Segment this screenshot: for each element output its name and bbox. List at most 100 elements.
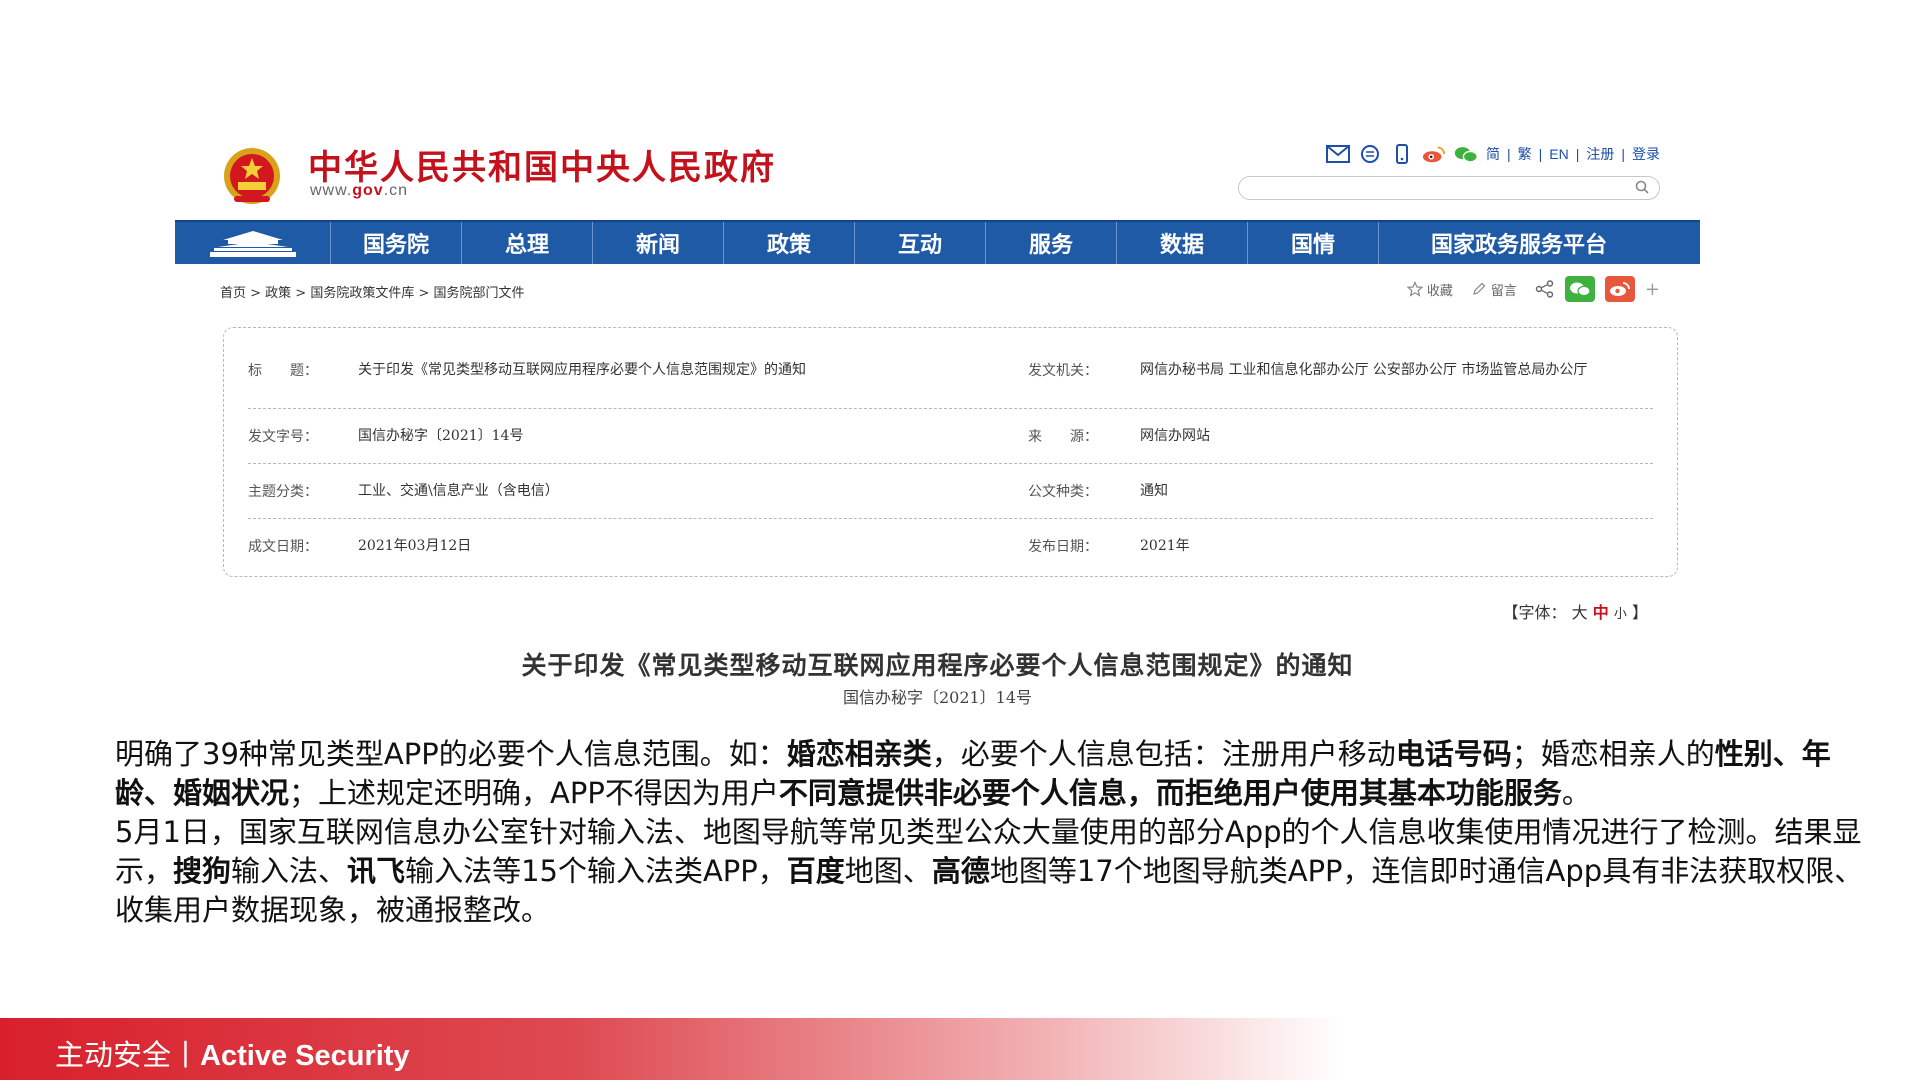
nav-item-data[interactable]: 数据 [1117, 222, 1248, 264]
meta-doctype-label: 公文种类： [1028, 484, 1098, 500]
share-weibo-button[interactable] [1604, 276, 1635, 302]
text-run: 输入法等15个输入法类APP， [405, 854, 787, 888]
font-size-medium-button[interactable]: 中 [1593, 603, 1609, 622]
bold-run: 讯飞 [347, 854, 406, 888]
text-run: ；上述规定还明确，APP不得因为用户 [289, 776, 779, 810]
site-url-prefix: www. [310, 182, 353, 199]
bold-run: 搜狗 [173, 854, 232, 888]
bold-run: 婚恋相亲类 [786, 737, 932, 771]
nav-item-state-council[interactable]: 国务院 [331, 222, 462, 264]
crumb-row: 首页 > 政策 > 国务院政策文件库 > 国务院部门文件 收藏 留言 + [175, 264, 1700, 309]
share-icon[interactable] [1535, 280, 1555, 298]
nav-item-news[interactable]: 新闻 [593, 222, 724, 264]
document-number: 国信办秘字〔2021〕14号 [842, 688, 1033, 707]
meta-written-label: 成文日期： [248, 538, 318, 555]
breadcrumb[interactable]: 首页 > 政策 > 国务院政策文件库 > 国务院部门文件 [220, 282, 524, 301]
gov-header: 中华人民共和国中央人民政府 www.gov.cn 简 | 繁 | EN | 注册… [175, 130, 1700, 220]
nav-item-service-platform[interactable]: 国家政务服务平台 [1379, 222, 1659, 264]
document-title: 关于印发《常见类型移动互联网应用程序必要个人信息范围规定》的通知 [521, 651, 1354, 680]
text-run: ，必要个人信息包括：注册用户移动 [931, 737, 1396, 771]
font-size-small-button[interactable]: 小 [1614, 607, 1627, 622]
footer-text: 主动安全丨Active Security [55, 1032, 410, 1074]
main-nav: 国务院 总理 新闻 政策 互动 服务 数据 国情 国家政务服务平台 [175, 220, 1700, 264]
top-tools: 简 | 繁 | EN | 注册 | 登录 [1325, 144, 1660, 164]
star-icon [1406, 281, 1423, 297]
meta-row: 标 题： 关于印发《常见类型移动互联网应用程序必要个人信息范围规定》的通知 发文… [248, 332, 1653, 409]
bold-run: 百度 [786, 854, 845, 888]
meta-source-label: 来 源： [1028, 429, 1098, 445]
meta-docno-label: 发文字号： [248, 429, 318, 445]
font-size-prefix: 【字体： [1502, 603, 1567, 622]
link-register[interactable]: 注册 [1586, 144, 1614, 164]
slide-footer: 主动安全丨Active Security [0, 1018, 1920, 1080]
slide-body-text: 明确了39种常见类型APP的必要个人信息范围。如：婚恋相亲类，必要个人信息包括：… [115, 735, 1865, 930]
favorite-label: 收藏 [1426, 283, 1453, 299]
nav-item-interaction[interactable]: 互动 [855, 222, 986, 264]
site-url-suffix: .cn [383, 182, 409, 199]
meta-title-value: 关于印发《常见类型移动互联网应用程序必要个人信息范围规定》的通知 [358, 362, 806, 378]
search-icon[interactable] [1635, 180, 1649, 194]
footer-cn: 主动安全 [55, 1040, 172, 1072]
tiananmen-icon [209, 231, 296, 257]
bold-run: 不同意提供非必要个人信息，而拒绝用户使用其基本功能服务 [778, 776, 1562, 810]
text-run: 输入法、 [231, 854, 348, 888]
document-meta-table: 标 题： 关于印发《常见类型移动互联网应用程序必要个人信息范围规定》的通知 发文… [223, 327, 1678, 577]
link-simplified[interactable]: 简 [1486, 144, 1500, 164]
share-more-button[interactable]: + [1645, 279, 1660, 300]
national-emblem-icon [224, 148, 280, 204]
wechat-icon [1569, 282, 1591, 297]
link-english[interactable]: EN [1549, 146, 1568, 162]
site-url[interactable]: www.gov.cn [310, 182, 408, 200]
nav-item-services[interactable]: 服务 [986, 222, 1117, 264]
comment-label: 留言 [1490, 283, 1517, 299]
meta-row: 主题分类： 工业、交通\信息产业（含电信） 公文种类： 通知 [248, 464, 1653, 519]
font-size-suffix: 】 [1631, 603, 1648, 622]
meta-issuer-value: 网信办秘书局 工业和信息化部办公厅 公安部办公厅 市场监管总局办公厅 [1140, 362, 1588, 378]
meta-row: 发文字号： 国信办秘字〔2021〕14号 来 源： 网信办网站 [248, 409, 1653, 464]
weibo-icon[interactable] [1422, 144, 1446, 164]
nav-home[interactable] [175, 222, 331, 264]
mail-icon[interactable] [1325, 144, 1350, 164]
site-url-brand: gov [352, 182, 384, 199]
text-run: ；婚恋相亲人的 [1511, 737, 1715, 771]
top-links: 简 | 繁 | EN | 注册 | 登录 [1485, 144, 1660, 164]
body-paragraph-1: 明确了39种常见类型APP的必要个人信息范围。如：婚恋相亲类，必要个人信息包括：… [115, 735, 1865, 813]
bold-run: 电话号码 [1395, 737, 1512, 771]
bold-run: 高德 [931, 854, 990, 888]
text-run: 。 [1561, 776, 1591, 810]
meta-doctype-value: 通知 [1140, 483, 1168, 499]
link-traditional[interactable]: 繁 [1518, 144, 1532, 164]
font-size-large-button[interactable]: 大 [1572, 603, 1588, 622]
nav-item-premier[interactable]: 总理 [462, 222, 593, 264]
footer-sep: 丨 [171, 1040, 201, 1072]
footer-en: Active Security [200, 1040, 410, 1072]
pen-icon [1473, 282, 1486, 295]
text-run: 地图、 [844, 854, 932, 888]
text-run: 明确了39种常见类型APP的必要个人信息范围。如： [115, 737, 787, 771]
font-size-switcher: 【字体： 大 中 小 】 [1503, 599, 1648, 623]
nav-item-national-info[interactable]: 国情 [1248, 222, 1379, 264]
meta-source-value: 网信办网站 [1140, 428, 1210, 444]
gov-page-screenshot: 中华人民共和国中央人民政府 www.gov.cn 简 | 繁 | EN | 注册… [175, 130, 1700, 707]
meta-published-label: 发布日期： [1028, 538, 1098, 555]
comment-button[interactable]: 留言 [1471, 280, 1517, 299]
share-wechat-button[interactable] [1564, 276, 1595, 302]
message-icon[interactable] [1358, 144, 1382, 164]
meta-written-value: 2021年03月12日 [358, 537, 472, 554]
weibo-icon [1609, 282, 1630, 296]
nav-item-policy[interactable]: 政策 [724, 222, 855, 264]
body-paragraph-2: 5月1日，国家互联网信息办公室针对输入法、地图导航等常见类型公众大量使用的部分A… [115, 813, 1865, 930]
search-input[interactable] [1238, 176, 1660, 200]
meta-title-label: 标 题： [248, 363, 318, 379]
favorite-button[interactable]: 收藏 [1406, 280, 1453, 299]
meta-docno-value: 国信办秘字〔2021〕14号 [358, 428, 524, 444]
meta-topic-value: 工业、交通\信息产业（含电信） [358, 483, 559, 499]
wechat-icon[interactable] [1454, 144, 1478, 164]
share-toolbar: 收藏 留言 + [1406, 276, 1660, 302]
mobile-icon[interactable] [1390, 144, 1414, 164]
meta-topic-label: 主题分类： [248, 484, 318, 500]
link-login[interactable]: 登录 [1632, 144, 1660, 164]
meta-issuer-label: 发文机关： [1028, 363, 1098, 379]
meta-published-value: 2021年 [1140, 537, 1190, 554]
meta-row: 成文日期： 2021年03月12日 发布日期： 2021年 [248, 519, 1653, 572]
